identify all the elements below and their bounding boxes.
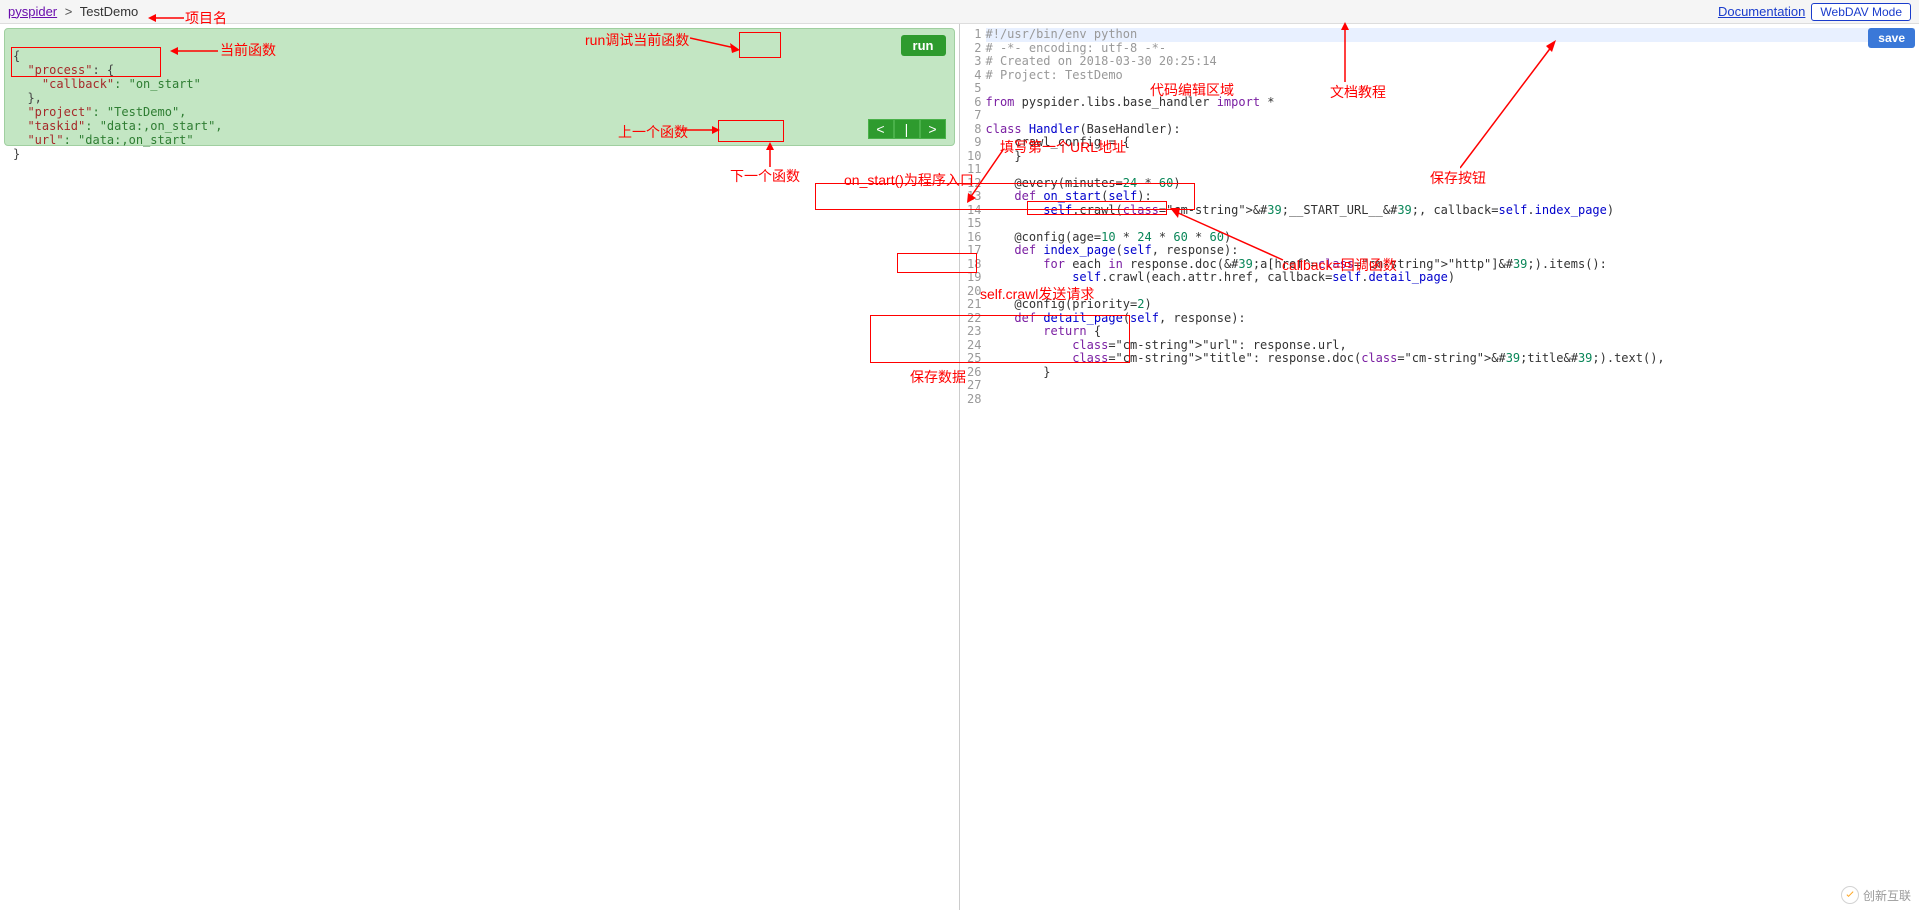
anno-prev-func: 上一个函数 (618, 122, 688, 142)
pipe-button[interactable]: | (894, 119, 920, 139)
header-bar: pyspider > TestDemo Documentation WebDAV… (0, 0, 1919, 24)
anno-callback-func: callback=回调函数 (1282, 255, 1397, 275)
code-editor[interactable]: 1234567891011121314151617181920212223242… (964, 28, 1916, 906)
anno-crawl-send: self.crawl发送请求 (980, 284, 1094, 304)
editor-wrap: save 12345678910111213141516171819202122… (964, 28, 1916, 906)
prev-button[interactable]: < (868, 119, 894, 139)
watermark-icon (1841, 886, 1859, 904)
save-button[interactable]: save (1868, 28, 1915, 48)
anno-box-save-data (870, 315, 1130, 363)
anno-run-debug: run调试当前函数 (585, 30, 689, 50)
anno-current-func: 当前函数 (220, 40, 276, 60)
header-right: Documentation WebDAV Mode (1718, 0, 1911, 24)
run-button[interactable]: run (901, 35, 946, 56)
anno-box-callback2 (1027, 201, 1167, 215)
nav-buttons: < | > (868, 119, 946, 139)
project-name: TestDemo (80, 4, 139, 19)
watermark-text: 创新互联 (1863, 887, 1911, 904)
documentation-link[interactable]: Documentation (1718, 0, 1805, 24)
anno-box-nav (718, 120, 784, 142)
anno-save-button: 保存按钮 (1430, 168, 1486, 188)
anno-box-callback (11, 47, 161, 77)
anno-first-url: 填写第一个URL地址 (1000, 137, 1126, 157)
anno-code-area: 代码编辑区域 (1150, 80, 1234, 100)
breadcrumb: pyspider > TestDemo (8, 0, 138, 24)
breadcrumb-sep: > (61, 4, 77, 19)
anno-doc-tutorial: 文档教程 (1330, 82, 1386, 102)
task-json-box: { "process": { "callback": "on_start" },… (4, 28, 955, 146)
next-button[interactable]: > (920, 119, 946, 139)
watermark: 创新互联 (1841, 886, 1911, 904)
anno-box-crawl (897, 253, 977, 273)
anno-next-func: 下一个函数 (730, 166, 800, 186)
left-panel: { "process": { "callback": "on_start" },… (0, 24, 960, 910)
anno-box-run (739, 32, 781, 58)
code-lines[interactable]: #!/usr/bin/env python# -*- encoding: utf… (986, 28, 1916, 906)
webdav-mode-button[interactable]: WebDAV Mode (1811, 3, 1911, 21)
anno-save-data: 保存数据 (910, 367, 966, 387)
root-link[interactable]: pyspider (8, 4, 57, 19)
anno-project-name: 项目名 (185, 8, 227, 28)
